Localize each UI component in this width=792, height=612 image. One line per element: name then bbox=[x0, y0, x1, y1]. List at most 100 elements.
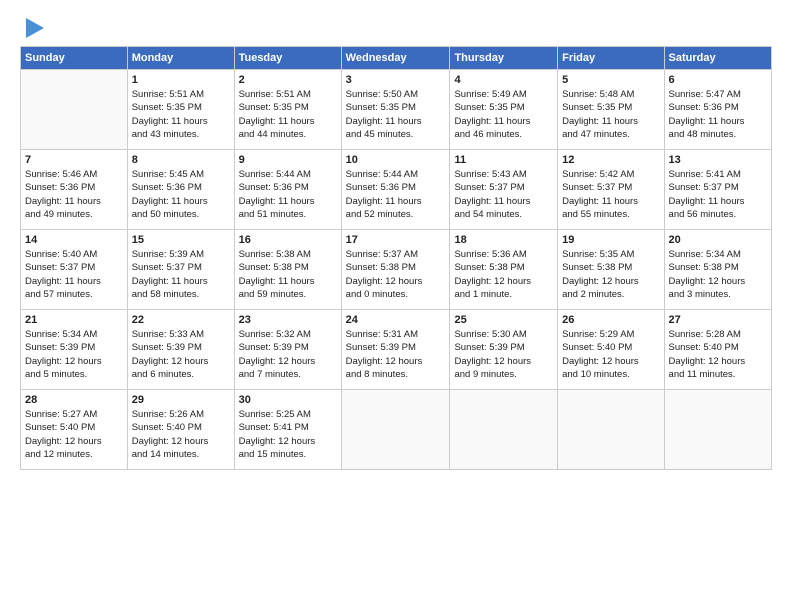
day-detail: Sunrise: 5:26 AMSunset: 5:40 PMDaylight:… bbox=[132, 408, 230, 461]
week-row-4: 21 Sunrise: 5:34 AMSunset: 5:39 PMDayligh… bbox=[21, 310, 772, 390]
weekday-header-saturday: Saturday bbox=[664, 47, 771, 70]
day-number: 23 bbox=[239, 314, 337, 326]
day-cell: 19 Sunrise: 5:35 AMSunset: 5:38 PMDayligh… bbox=[558, 230, 664, 310]
day-number: 19 bbox=[562, 234, 659, 246]
day-number: 28 bbox=[25, 394, 123, 406]
day-cell: 17 Sunrise: 5:37 AMSunset: 5:38 PMDayligh… bbox=[341, 230, 450, 310]
day-number: 15 bbox=[132, 234, 230, 246]
day-cell: 11 Sunrise: 5:43 AMSunset: 5:37 PMDayligh… bbox=[450, 150, 558, 230]
week-row-3: 14 Sunrise: 5:40 AMSunset: 5:37 PMDayligh… bbox=[21, 230, 772, 310]
day-cell: 13Sunrise: 5:41 AMSunset: 5:37 PMDayligh… bbox=[664, 150, 771, 230]
day-cell: 7 Sunrise: 5:46 AMSunset: 5:36 PMDaylight… bbox=[21, 150, 128, 230]
day-cell bbox=[21, 70, 128, 150]
day-cell: 27 Sunrise: 5:28 AMSunset: 5:40 PMDayligh… bbox=[664, 310, 771, 390]
day-number: 18 bbox=[454, 234, 553, 246]
day-cell: 1Sunrise: 5:51 AMSunset: 5:35 PMDaylight… bbox=[127, 70, 234, 150]
day-cell: 5 Sunrise: 5:48 AMSunset: 5:35 PMDaylight… bbox=[558, 70, 664, 150]
weekday-header-thursday: Thursday bbox=[450, 47, 558, 70]
day-detail: Sunrise: 5:28 AMSunset: 5:40 PMDaylight:… bbox=[669, 328, 767, 381]
day-number: 17 bbox=[346, 234, 446, 246]
day-cell bbox=[450, 390, 558, 470]
day-detail: Sunrise: 5:42 AMSunset: 5:37 PMDaylight:… bbox=[562, 168, 659, 221]
day-cell: 12 Sunrise: 5:42 AMSunset: 5:37 PMDayligh… bbox=[558, 150, 664, 230]
day-detail: Sunrise: 5:49 AMSunset: 5:35 PMDaylight:… bbox=[454, 88, 553, 141]
day-number: 14 bbox=[25, 234, 123, 246]
day-number: 16 bbox=[239, 234, 337, 246]
day-cell bbox=[341, 390, 450, 470]
day-number: 21 bbox=[25, 314, 123, 326]
day-detail: Sunrise: 5:30 AMSunset: 5:39 PMDaylight:… bbox=[454, 328, 553, 381]
day-detail: Sunrise: 5:48 AMSunset: 5:35 PMDaylight:… bbox=[562, 88, 659, 141]
day-number: 7 bbox=[25, 154, 123, 166]
day-detail: Sunrise: 5:37 AMSunset: 5:38 PMDaylight:… bbox=[346, 248, 446, 301]
day-detail: Sunrise: 5:33 AMSunset: 5:39 PMDaylight:… bbox=[132, 328, 230, 381]
weekday-header-friday: Friday bbox=[558, 47, 664, 70]
day-cell: 8 Sunrise: 5:45 AMSunset: 5:36 PMDaylight… bbox=[127, 150, 234, 230]
day-detail: Sunrise: 5:50 AMSunset: 5:35 PMDaylight:… bbox=[346, 88, 446, 141]
day-cell: 4 Sunrise: 5:49 AMSunset: 5:35 PMDaylight… bbox=[450, 70, 558, 150]
day-cell: 18 Sunrise: 5:36 AMSunset: 5:38 PMDayligh… bbox=[450, 230, 558, 310]
day-number: 30 bbox=[239, 394, 337, 406]
day-cell: 3 Sunrise: 5:50 AMSunset: 5:35 PMDaylight… bbox=[341, 70, 450, 150]
day-number: 25 bbox=[454, 314, 553, 326]
weekday-header-row: SundayMondayTuesdayWednesdayThursdayFrid… bbox=[21, 47, 772, 70]
day-number: 4 bbox=[454, 74, 553, 86]
day-number: 20 bbox=[669, 234, 767, 246]
day-cell: 23 Sunrise: 5:32 AMSunset: 5:39 PMDayligh… bbox=[234, 310, 341, 390]
day-detail: Sunrise: 5:36 AMSunset: 5:38 PMDaylight:… bbox=[454, 248, 553, 301]
day-detail: Sunrise: 5:39 AMSunset: 5:37 PMDaylight:… bbox=[132, 248, 230, 301]
day-number: 5 bbox=[562, 74, 659, 86]
day-cell: 20Sunrise: 5:34 AMSunset: 5:38 PMDayligh… bbox=[664, 230, 771, 310]
day-cell bbox=[664, 390, 771, 470]
day-detail: Sunrise: 5:46 AMSunset: 5:36 PMDaylight:… bbox=[25, 168, 123, 221]
day-number: 27 bbox=[669, 314, 767, 326]
day-cell: 29 Sunrise: 5:26 AMSunset: 5:40 PMDayligh… bbox=[127, 390, 234, 470]
day-cell: 21 Sunrise: 5:34 AMSunset: 5:39 PMDayligh… bbox=[21, 310, 128, 390]
day-detail: Sunrise: 5:31 AMSunset: 5:39 PMDaylight:… bbox=[346, 328, 446, 381]
day-cell: 30Sunrise: 5:25 AMSunset: 5:41 PMDayligh… bbox=[234, 390, 341, 470]
day-cell: 26 Sunrise: 5:29 AMSunset: 5:40 PMDayligh… bbox=[558, 310, 664, 390]
day-cell: 15 Sunrise: 5:39 AMSunset: 5:37 PMDayligh… bbox=[127, 230, 234, 310]
weekday-header-wednesday: Wednesday bbox=[341, 47, 450, 70]
week-row-5: 28 Sunrise: 5:27 AMSunset: 5:40 PMDayligh… bbox=[21, 390, 772, 470]
day-cell: 24 Sunrise: 5:31 AMSunset: 5:39 PMDayligh… bbox=[341, 310, 450, 390]
day-cell: 6Sunrise: 5:47 AMSunset: 5:36 PMDaylight… bbox=[664, 70, 771, 150]
day-number: 13 bbox=[669, 154, 767, 166]
day-detail: Sunrise: 5:40 AMSunset: 5:37 PMDaylight:… bbox=[25, 248, 123, 301]
day-cell: 22Sunrise: 5:33 AMSunset: 5:39 PMDayligh… bbox=[127, 310, 234, 390]
weekday-header-monday: Monday bbox=[127, 47, 234, 70]
day-number: 3 bbox=[346, 74, 446, 86]
day-number: 11 bbox=[454, 154, 553, 166]
day-detail: Sunrise: 5:47 AMSunset: 5:36 PMDaylight:… bbox=[669, 88, 767, 141]
day-detail: Sunrise: 5:51 AMSunset: 5:35 PMDaylight:… bbox=[132, 88, 230, 141]
day-detail: Sunrise: 5:34 AMSunset: 5:39 PMDaylight:… bbox=[25, 328, 123, 381]
week-row-1: 1Sunrise: 5:51 AMSunset: 5:35 PMDaylight… bbox=[21, 70, 772, 150]
day-number: 2 bbox=[239, 74, 337, 86]
logo bbox=[20, 16, 44, 38]
day-number: 10 bbox=[346, 154, 446, 166]
day-cell: 25 Sunrise: 5:30 AMSunset: 5:39 PMDayligh… bbox=[450, 310, 558, 390]
day-detail: Sunrise: 5:43 AMSunset: 5:37 PMDaylight:… bbox=[454, 168, 553, 221]
weekday-header-sunday: Sunday bbox=[21, 47, 128, 70]
day-cell: 28 Sunrise: 5:27 AMSunset: 5:40 PMDayligh… bbox=[21, 390, 128, 470]
day-detail: Sunrise: 5:51 AMSunset: 5:35 PMDaylight:… bbox=[239, 88, 337, 141]
day-detail: Sunrise: 5:45 AMSunset: 5:36 PMDaylight:… bbox=[132, 168, 230, 221]
day-detail: Sunrise: 5:44 AMSunset: 5:36 PMDaylight:… bbox=[239, 168, 337, 221]
day-number: 26 bbox=[562, 314, 659, 326]
day-detail: Sunrise: 5:35 AMSunset: 5:38 PMDaylight:… bbox=[562, 248, 659, 301]
day-detail: Sunrise: 5:27 AMSunset: 5:40 PMDaylight:… bbox=[25, 408, 123, 461]
week-row-2: 7 Sunrise: 5:46 AMSunset: 5:36 PMDaylight… bbox=[21, 150, 772, 230]
day-detail: Sunrise: 5:38 AMSunset: 5:38 PMDaylight:… bbox=[239, 248, 337, 301]
day-cell bbox=[558, 390, 664, 470]
day-detail: Sunrise: 5:29 AMSunset: 5:40 PMDaylight:… bbox=[562, 328, 659, 381]
day-number: 9 bbox=[239, 154, 337, 166]
day-cell: 16 Sunrise: 5:38 AMSunset: 5:38 PMDayligh… bbox=[234, 230, 341, 310]
day-cell: 2 Sunrise: 5:51 AMSunset: 5:35 PMDaylight… bbox=[234, 70, 341, 150]
logo-arrow-icon bbox=[26, 18, 44, 38]
day-number: 12 bbox=[562, 154, 659, 166]
day-number: 8 bbox=[132, 154, 230, 166]
weekday-header-tuesday: Tuesday bbox=[234, 47, 341, 70]
day-detail: Sunrise: 5:32 AMSunset: 5:39 PMDaylight:… bbox=[239, 328, 337, 381]
day-number: 24 bbox=[346, 314, 446, 326]
day-number: 29 bbox=[132, 394, 230, 406]
